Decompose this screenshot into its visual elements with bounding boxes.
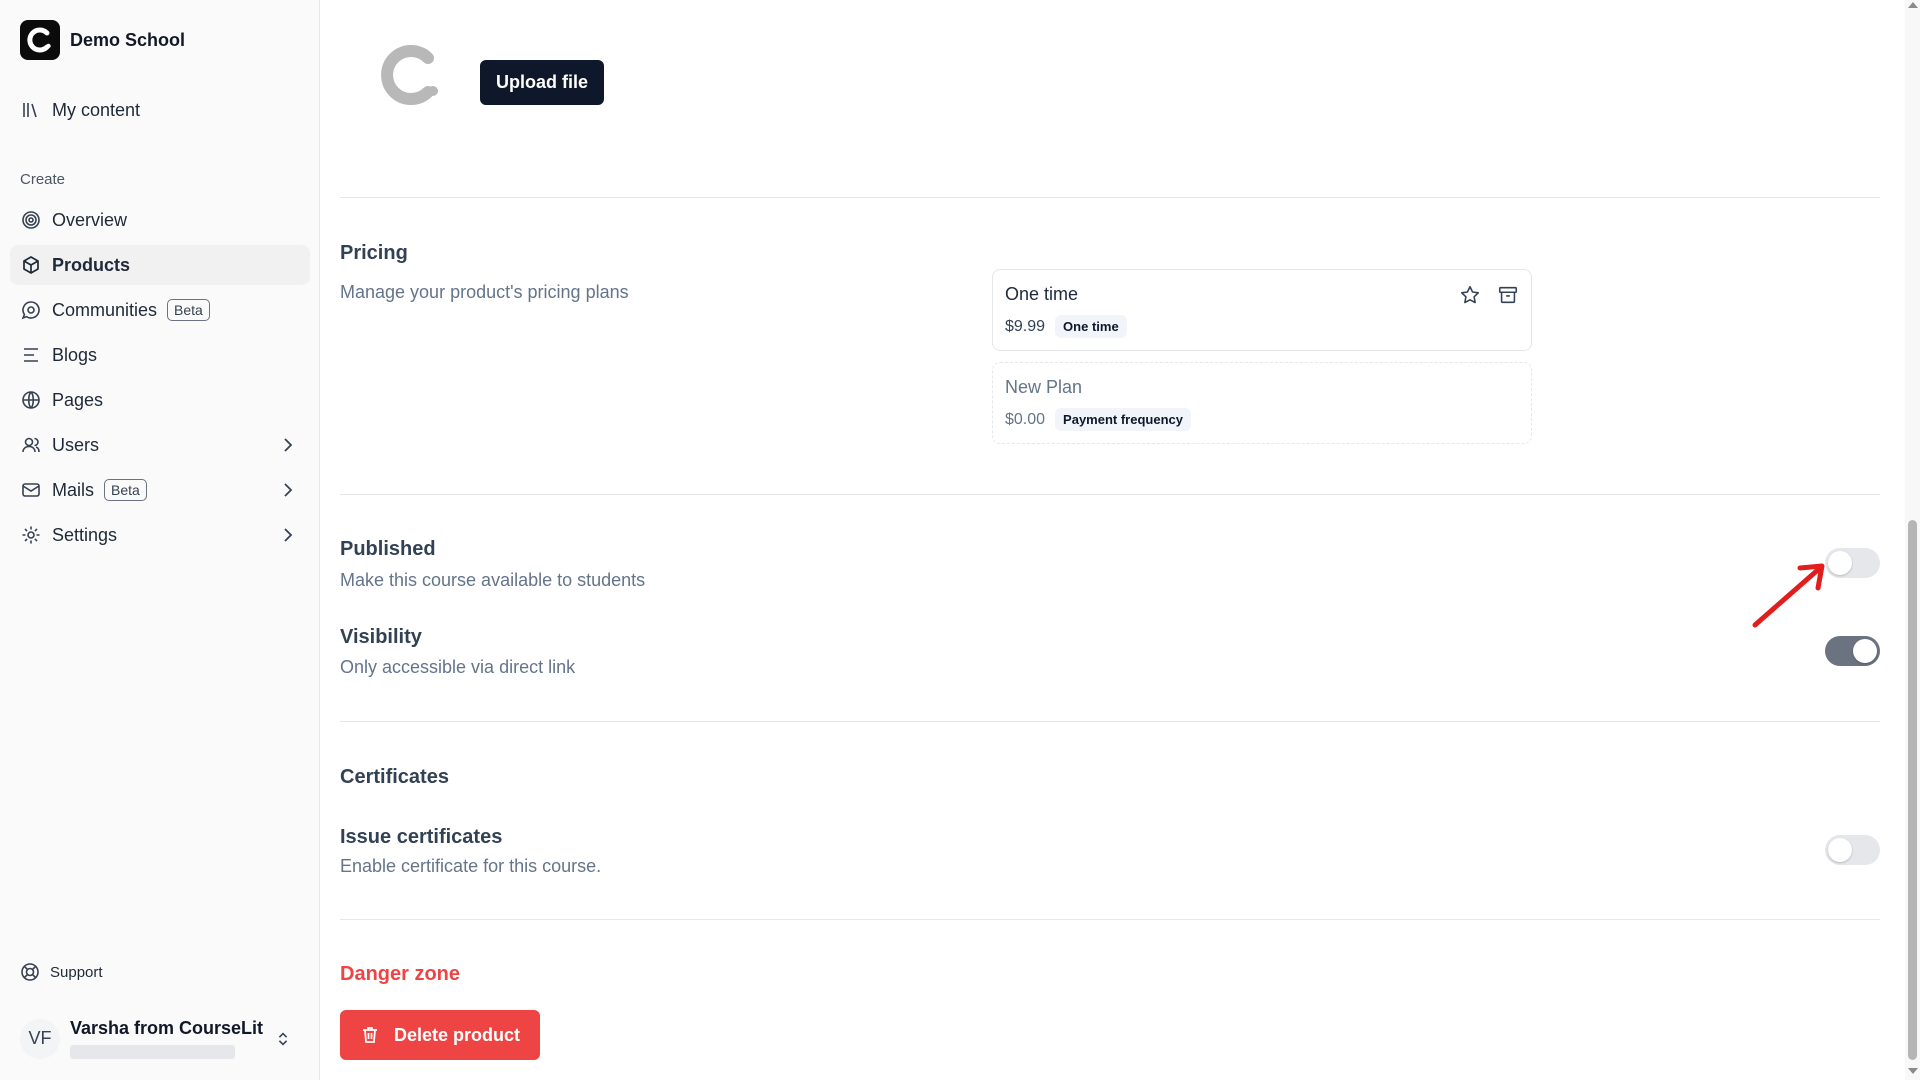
- sidebar-item-label: My content: [52, 99, 141, 120]
- pricing-title: Pricing: [340, 242, 408, 264]
- upload-file-button[interactable]: Upload file: [480, 60, 605, 105]
- plan-price: $9.99: [1005, 317, 1046, 335]
- sidebar-item-label: Users: [52, 434, 100, 455]
- pricing-plan-new[interactable]: New Plan $0.00 Payment frequency: [992, 362, 1532, 444]
- brand-name: Demo School: [70, 29, 186, 50]
- published-title: Published: [340, 538, 436, 560]
- sidebar-item-overview[interactable]: Overview: [10, 200, 310, 240]
- avatar: VF: [20, 1018, 60, 1059]
- brand[interactable]: Demo School: [20, 20, 185, 60]
- toggle-knob: [1828, 551, 1852, 575]
- chevron-right-icon: [284, 438, 293, 452]
- delete-product-label: Delete product: [394, 1024, 521, 1045]
- sidebar-item-label: Pages: [52, 389, 104, 410]
- chat-icon: [20, 299, 42, 321]
- divider: [340, 721, 1880, 722]
- visibility-description: Only accessible via direct link: [340, 657, 576, 677]
- sidebar-item-blogs[interactable]: Blogs: [10, 335, 310, 375]
- support-link[interactable]: Support: [20, 962, 103, 982]
- visibility-title: Visibility: [340, 626, 422, 648]
- sidebar-item-pages[interactable]: Pages: [10, 380, 310, 420]
- toggle-knob: [1828, 838, 1852, 862]
- divider: [340, 197, 1880, 198]
- issue-certificates-title: Issue certificates: [340, 826, 503, 848]
- plan-price: $0.00: [1005, 410, 1046, 428]
- visibility-toggle[interactable]: [1825, 636, 1880, 666]
- globe-icon: [20, 389, 42, 411]
- scroll-up-arrow-icon[interactable]: [1908, 2, 1918, 8]
- beta-badge: Beta: [104, 479, 147, 501]
- gear-icon: [20, 524, 42, 546]
- box-icon: [20, 254, 42, 276]
- sidebar-item-label: Products: [52, 254, 131, 275]
- sidebar-item-products[interactable]: Products: [10, 245, 310, 285]
- target-icon: [20, 209, 42, 231]
- plan-name: New Plan: [1005, 377, 1083, 397]
- issue-certificates-toggle[interactable]: [1825, 835, 1880, 865]
- brand-logo-icon: [20, 20, 60, 60]
- danger-zone-title: Danger zone: [340, 963, 461, 985]
- sidebar-item-label: Blogs: [52, 344, 98, 365]
- published-description: Make this course available to students: [340, 570, 646, 590]
- user-email-placeholder: [70, 1045, 235, 1059]
- sidebar-item-label: Settings: [52, 524, 118, 545]
- chevron-right-icon: [284, 483, 293, 497]
- sidebar-item-settings[interactable]: Settings: [10, 515, 310, 555]
- annotation-arrow-icon: [1752, 563, 1825, 628]
- users-icon: [20, 434, 42, 456]
- sidebar-item-users[interactable]: Users: [10, 425, 310, 465]
- toggle-knob: [1853, 639, 1877, 663]
- issue-certificates-description: Enable certificate for this course.: [340, 856, 602, 876]
- pricing-plan-one-time[interactable]: One time $9.99 One time: [992, 269, 1532, 351]
- sidebar-item-label: Communities: [52, 299, 158, 320]
- sidebar-item-label: Overview: [52, 209, 128, 230]
- certificates-title: Certificates: [340, 766, 449, 788]
- sidebar-item-my-content[interactable]: My content: [10, 90, 310, 130]
- sidebar-item-label: Mails: [52, 479, 95, 500]
- mail-icon: [20, 479, 42, 501]
- scrollbar-thumb[interactable]: [1908, 520, 1917, 1060]
- trash-icon: [363, 1027, 377, 1043]
- sidebar-item-mails[interactable]: Mails Beta: [10, 470, 310, 510]
- plan-tag: Payment frequency: [1055, 408, 1191, 431]
- archive-icon[interactable]: [1497, 284, 1519, 306]
- published-toggle[interactable]: [1825, 548, 1880, 578]
- support-label: Support: [50, 963, 103, 981]
- divider: [340, 919, 1880, 920]
- chevron-up-down-icon: [278, 1032, 288, 1046]
- plan-tag: One time: [1055, 315, 1127, 338]
- user-menu[interactable]: VF Varsha from CourseLit: [20, 1018, 300, 1059]
- pricing-description: Manage your product's pricing plans: [340, 282, 629, 302]
- lifebuoy-icon: [21, 963, 39, 981]
- library-icon: [20, 99, 42, 121]
- user-name: Varsha from CourseLit: [70, 1018, 264, 1038]
- star-icon[interactable]: [1459, 284, 1481, 306]
- chevron-right-icon: [284, 528, 293, 542]
- text-lines-icon: [20, 344, 42, 366]
- sidebar-item-communities[interactable]: Communities Beta: [10, 290, 310, 330]
- section-label-create: Create: [20, 171, 66, 188]
- delete-product-button[interactable]: Delete product: [340, 1010, 541, 1060]
- plan-name: One time: [1005, 284, 1079, 304]
- sidebar: Demo School My content Create Overview P…: [0, 0, 320, 1080]
- product-image-icon: [376, 40, 446, 115]
- beta-badge: Beta: [167, 299, 210, 321]
- main-content: Upload file Pricing Manage your product'…: [340, 0, 1880, 1080]
- divider: [340, 494, 1880, 495]
- scroll-down-arrow-icon[interactable]: [1908, 1068, 1918, 1074]
